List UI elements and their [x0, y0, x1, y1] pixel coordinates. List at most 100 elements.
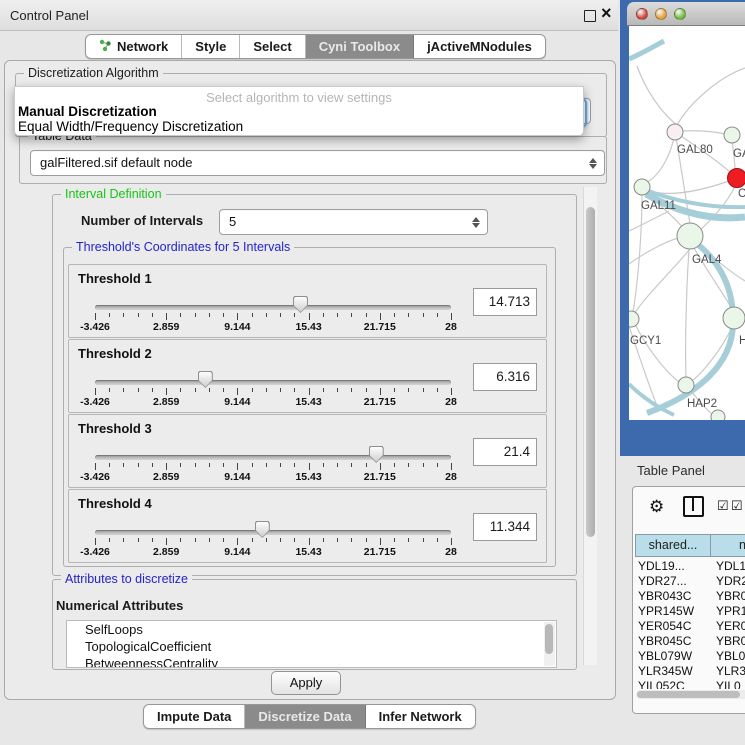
- tick-mark: [195, 313, 196, 317]
- list-scrollbar[interactable]: [544, 622, 555, 666]
- cell-shared-name[interactable]: YBR043C: [638, 589, 691, 603]
- cell-shared-name[interactable]: YDL19...: [638, 559, 685, 573]
- threshold-panel: Threshold 4-3.4262.8599.14415.4321.71528…: [68, 489, 547, 563]
- cell-name[interactable]: YIL0: [716, 679, 741, 689]
- threshold-value-field[interactable]: 6.316: [473, 363, 537, 391]
- tick-mark: [366, 463, 367, 467]
- network-edge[interactable]: [629, 211, 669, 231]
- cell-name[interactable]: YBR0: [716, 589, 745, 603]
- network-edge[interactable]: [647, 133, 675, 182]
- slider-thumb[interactable]: [369, 446, 384, 463]
- tab-network[interactable]: Network: [86, 35, 182, 58]
- tab-select[interactable]: Select: [240, 35, 305, 58]
- cell-name[interactable]: YLR3: [716, 664, 745, 678]
- slider-thumb[interactable]: [198, 371, 213, 388]
- close-icon[interactable]: ×: [601, 3, 612, 24]
- threshold-value-field[interactable]: 21.4: [473, 438, 537, 466]
- tab-infer-network[interactable]: Infer Network: [366, 705, 475, 728]
- minimize-traffic-light[interactable]: [655, 8, 667, 20]
- algorithm-option[interactable]: Equal Width/Frequency Discretization: [18, 119, 243, 134]
- cell-shared-name[interactable]: YBR045C: [638, 634, 691, 648]
- cell-name[interactable]: YDL1: [716, 559, 745, 573]
- horizontal-scrollbar[interactable]: [636, 690, 745, 699]
- network-edge[interactable]: [629, 238, 679, 264]
- tab-impute-data[interactable]: Impute Data: [144, 705, 245, 728]
- network-edge[interactable]: [677, 68, 745, 125]
- network-node[interactable]: [723, 307, 745, 329]
- gear-icon[interactable]: ⚙: [649, 497, 664, 517]
- zoom-traffic-light[interactable]: [674, 8, 686, 20]
- float-window-icon[interactable]: [584, 10, 596, 22]
- column-header-name[interactable]: n: [710, 534, 745, 557]
- apply-button[interactable]: Apply: [271, 671, 341, 695]
- slider-track[interactable]: [95, 380, 451, 385]
- network-node[interactable]: [678, 377, 694, 393]
- network-edge[interactable]: [633, 195, 642, 312]
- network-node[interactable]: [629, 311, 639, 327]
- checkbox-checked-icon[interactable]: ☑: [731, 498, 743, 514]
- cell-shared-name[interactable]: YLR345W: [638, 664, 693, 678]
- table-row[interactable]: YDL19... YDL1: [635, 559, 745, 574]
- table-panel-region: Table Panel ⚙ ☑ ☑ shared... n YDL19...YD…: [620, 456, 745, 745]
- table-row[interactable]: YBL079W YBL0: [635, 649, 745, 664]
- network-edge[interactable]: [683, 131, 725, 134]
- network-edge[interactable]: [649, 181, 729, 193]
- table-row[interactable]: YBR043C YBR0: [635, 589, 745, 604]
- slider-thumb[interactable]: [293, 296, 308, 313]
- cell-name[interactable]: YBL0: [716, 649, 745, 663]
- table-row[interactable]: YLR345W YLR3: [635, 664, 745, 679]
- cell-shared-name[interactable]: YDR27...: [638, 574, 687, 588]
- cell-name[interactable]: YDR2: [716, 574, 745, 588]
- table-row[interactable]: YDR27... YDR2: [635, 574, 745, 589]
- network-node[interactable]: [728, 169, 745, 188]
- cell-name[interactable]: YBR0: [716, 634, 745, 648]
- network-edge-highlighted[interactable]: [629, 41, 664, 59]
- tab-style[interactable]: Style: [182, 35, 240, 58]
- tab-label: Style: [195, 39, 226, 54]
- checkbox-checked-icon[interactable]: ☑: [717, 498, 729, 514]
- network-node[interactable]: [634, 179, 650, 195]
- cell-shared-name[interactable]: YBL079W: [638, 649, 692, 663]
- number-of-intervals-combobox[interactable]: 5: [219, 209, 488, 235]
- cell-name[interactable]: YER0: [716, 619, 745, 633]
- threshold-value-field[interactable]: 14.713: [473, 288, 537, 316]
- network-node[interactable]: [711, 410, 725, 420]
- attribute-item[interactable]: BetweennessCentrality: [67, 655, 556, 668]
- network-edge[interactable]: [634, 249, 690, 314]
- slider-thumb[interactable]: [255, 521, 270, 538]
- algorithm-option[interactable]: Manual Discretization: [18, 104, 157, 119]
- cell-name[interactable]: YPR1: [716, 604, 745, 618]
- slider-track[interactable]: [95, 305, 451, 310]
- table-row[interactable]: YPR145W YPR1: [635, 604, 745, 619]
- table-row[interactable]: YER054C YER0: [635, 619, 745, 634]
- tab-discretize-data[interactable]: Discretize Data: [245, 705, 365, 728]
- network-edge[interactable]: [686, 249, 689, 377]
- close-traffic-light[interactable]: [636, 8, 648, 20]
- cell-shared-name[interactable]: YIL052C: [638, 679, 685, 689]
- vertical-scrollbar[interactable]: [583, 187, 597, 665]
- slider-track[interactable]: [95, 530, 451, 535]
- cell-shared-name[interactable]: YPR145W: [638, 604, 694, 618]
- network-node[interactable]: [667, 124, 683, 140]
- threshold-value-field[interactable]: 11.344: [473, 513, 537, 541]
- cell-shared-name[interactable]: YER054C: [638, 619, 691, 633]
- attribute-item[interactable]: TopologicalCoefficient: [67, 638, 556, 655]
- tab-jactivemnodules[interactable]: jActiveMNodules: [414, 35, 545, 58]
- network-edge[interactable]: [635, 324, 679, 382]
- table-row[interactable]: YBR045C YBR0: [635, 634, 745, 649]
- network-node[interactable]: [677, 223, 703, 249]
- network-node[interactable]: [724, 127, 740, 143]
- split-columns-icon[interactable]: [683, 496, 704, 517]
- attribute-item[interactable]: SelfLoops: [67, 621, 556, 638]
- tick-mark: [323, 538, 324, 542]
- numerical-attributes-list[interactable]: SelfLoopsTopologicalCoefficientBetweenne…: [66, 620, 557, 668]
- vertical-scrollbar-thumb[interactable]: [586, 207, 595, 537]
- network-canvas[interactable]: GAL80GACGAL11GAL4GCY1HHAP2: [629, 26, 745, 420]
- tab-cyni-toolbox[interactable]: Cyni Toolbox: [306, 35, 414, 58]
- slider-track[interactable]: [95, 455, 451, 460]
- table-data-combobox[interactable]: galFiltered.sif default node: [30, 150, 605, 176]
- column-header-shared[interactable]: shared...: [635, 534, 711, 557]
- network-edge[interactable]: [637, 66, 677, 125]
- network-window-titlebar[interactable]: [627, 2, 745, 26]
- table-row[interactable]: YIL052C YIL0: [635, 679, 745, 689]
